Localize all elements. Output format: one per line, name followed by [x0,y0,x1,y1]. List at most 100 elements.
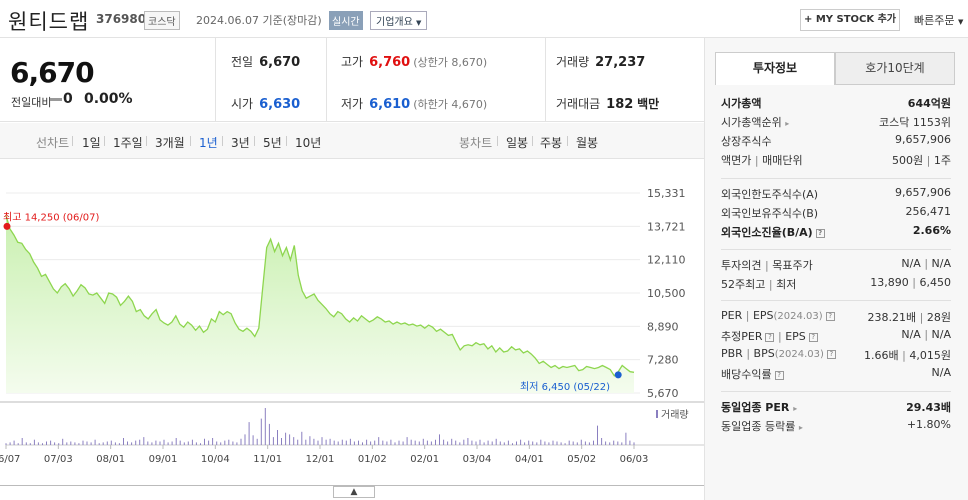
divider [497,136,498,146]
low-marker [614,371,622,379]
info-row-per-eps: PER | EPS(2024.03)? 238.21배 | 28원 [721,309,951,324]
divider [721,249,951,250]
candle-daily[interactable]: 일봉 [506,134,528,151]
basis-date: 2024.06.07 기준(장마감) [196,14,322,27]
period-5y[interactable]: 5년 [263,134,282,151]
y-tick-label: 7,280 [647,354,679,367]
chevron-down-icon: ▼ [416,19,422,27]
x-tick-label: 04/01 [515,454,544,465]
info-row-par-unit: 액면가 | 매매단위 500원 | 1주 [721,154,951,167]
info-row-opinion: 투자의견 | 목표주가 N/A | N/A [721,257,951,272]
quote-panel: 6,670 전일대비 0 0.00% 전일 6,670 고가 6,760 (상한가 8… [0,38,704,122]
price-chart[interactable]: 15,331 13,721 12,110 10,500 8,890 7,280 5,670 최… [0,180,704,490]
divider [532,136,533,146]
x-tick-label: 09/01 [149,454,178,465]
candle-monthly[interactable]: 월봉 [576,134,598,151]
line-chart-label: 선차트 [36,136,70,150]
chevron-up-icon: ▲ [350,487,358,497]
period-3m[interactable]: 3개월 [155,134,185,151]
high-label: 최고 14,250 (06/07) [3,211,99,223]
trade-amount: 거래대금 182 백만 [556,97,660,112]
flat-change-icon [50,98,62,101]
period-3y[interactable]: 3년 [231,134,250,151]
realtime-badge[interactable]: 실시간 [329,11,363,30]
candle-weekly[interactable]: 주봉 [540,134,562,151]
y-tick-label: 12,110 [647,254,686,267]
divider [222,136,223,146]
x-tick-label: 10/04 [201,454,230,465]
info-row-foreign-hold: 외국인보유주식수(B) 256,471 [721,205,951,220]
x-tick-label: 12/01 [306,454,335,465]
current-price: 6,670 [10,56,95,89]
help-icon[interactable]: ? [774,370,784,380]
info-row-industry-per: 동일업종 PER ▸ 29.43배 [721,401,951,414]
info-row-shares: 상장주식수 9,657,906 [721,133,951,148]
divider [721,300,951,301]
divider [567,136,568,146]
y-tick-label: 10,500 [647,287,686,300]
divider [326,38,327,122]
stock-header: 원티드랩 376980 코스닥 2024.06.07 기준(장마감) 실시간 기… [0,0,968,38]
x-tick-label: 06/07 [0,454,20,465]
help-icon[interactable]: ? [808,332,818,342]
caret-right-icon: ▸ [785,119,790,128]
divider [190,136,191,146]
collapse-chart-button[interactable]: ▲ [333,486,375,498]
info-row-dividend: 배당수익률? N/A [721,366,951,381]
y-tick-label: 13,721 [647,220,686,233]
divider [104,136,105,146]
period-1w[interactable]: 1주일 [113,134,143,151]
period-1d[interactable]: 1일 [82,134,101,151]
change-value: 0 [63,91,73,107]
x-tick-label: 01/02 [358,454,387,465]
volume-legend-label: 거래량 [661,409,689,421]
volume-legend-swatch [656,410,658,418]
y-tick-label: 15,331 [647,187,686,200]
help-icon[interactable]: ? [826,349,836,359]
period-1y[interactable]: 1년 [199,134,218,151]
info-row-foreign-limit: 외국인한도주식수(A) 9,657,906 [721,186,951,201]
market-badge: 코스닥 [144,11,180,30]
info-row-foreign-ratio: 외국인소진율(B/A)? 2.66% [721,224,951,239]
price-area [6,215,634,393]
info-row-market-cap: 시가총액 644억원 [721,97,951,110]
period-selector: 선차트 1일 1주일 3개월 1년 3년 5년 10년 봉차트 일봉 주봉 월봉 [0,123,704,159]
divider [545,38,546,122]
period-10y[interactable]: 10년 [295,134,321,151]
info-row-industry-rate: 동일업종 등락률 ▸ +1.80% [721,418,951,433]
divider [146,136,147,146]
divider [72,136,73,146]
x-tick-label: 07/03 [44,454,73,465]
x-tick-label: 03/04 [463,454,492,465]
help-icon[interactable]: ? [815,228,825,238]
divider [721,391,951,392]
change-percent: 0.00% [84,91,133,107]
change-label: 전일대비 [11,96,52,109]
y-tick-label: 8,890 [647,320,679,333]
quick-order-button[interactable]: 빠른주문 ▼ [914,12,963,28]
stock-code: 376980 [96,12,147,26]
volume: 거래량 27,237 [556,55,646,70]
caret-right-icon: ▸ [793,404,798,413]
high-price: 고가 6,760 (상한가 8,670) [341,55,488,70]
x-tick-label: 02/01 [410,454,439,465]
help-icon[interactable]: ? [765,332,775,342]
add-my-stock-button[interactable]: + MY STOCK 추가 [800,9,900,31]
help-icon[interactable]: ? [825,311,835,321]
low-label: 최저 6,450 (05/22) [520,381,610,393]
company-overview-button[interactable]: 기업개요 ▼ [370,11,428,30]
info-row-pbr-bps: PBR | BPS(2024.03)? 1.66배 | 4,015원 [721,347,951,362]
x-tick-label: 11/01 [253,454,282,465]
info-row-52w: 52주최고 | 최저 13,890 | 6,450 [721,276,951,291]
caret-right-icon: ▸ [798,423,803,432]
open-price: 시가 6,630 [231,97,301,112]
divider [286,136,287,146]
tab-investment-info[interactable]: 투자정보 [715,52,835,85]
x-tick-label: 05/02 [567,454,596,465]
divider [215,38,216,122]
x-tick-label: 08/01 [96,454,125,465]
stock-name: 원티드랩 [8,10,90,34]
candle-chart-label: 봉차트 [459,136,493,150]
tab-order-book[interactable]: 호가10단계 [835,52,955,85]
y-tick-label: 5,670 [647,387,679,400]
